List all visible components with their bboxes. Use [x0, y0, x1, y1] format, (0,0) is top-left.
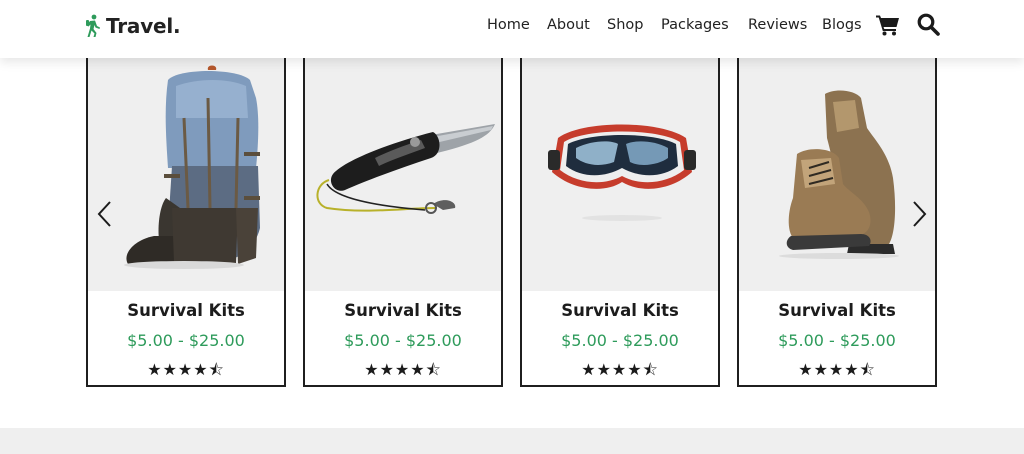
star-icon: ★ — [162, 360, 178, 379]
hiker-icon — [86, 14, 100, 37]
star-icon: ★ — [364, 360, 380, 379]
site-header: Travel. Home About Shop Packages Reviews… — [0, 0, 1024, 58]
nav-shop[interactable]: Shop — [607, 17, 643, 33]
star-icon: ★ — [410, 360, 426, 379]
star-half-icon: ⯪ — [208, 360, 225, 379]
nav-blogs[interactable]: Blogs — [822, 17, 862, 33]
product-card[interactable]: Survival Kits $5.00 - $25.00 ★★★★⯪ — [86, 58, 286, 387]
product-title[interactable]: Survival Kits — [88, 301, 284, 320]
nav-home[interactable]: Home — [487, 17, 530, 33]
nav-packages[interactable]: Packages — [661, 17, 729, 33]
product-price: $5.00 - $25.00 — [127, 331, 245, 350]
chevron-left-icon[interactable] — [96, 200, 114, 228]
star-icon: ★ — [828, 360, 845, 379]
star-rating: ★★★★⯪ — [739, 359, 935, 386]
star-icon: ★ — [193, 360, 209, 379]
section-divider — [0, 428, 1024, 454]
star-icon: ★ — [798, 360, 814, 379]
star-icon: ★ — [581, 360, 597, 379]
product-title[interactable]: Survival Kits — [305, 301, 501, 320]
star-icon: ★ — [177, 360, 194, 379]
product-image-backpack[interactable] — [88, 58, 284, 291]
logo-text: Travel. — [106, 14, 181, 38]
star-rating: ★★★★⯪ — [305, 359, 501, 386]
product-price: $5.00 - $25.00 — [561, 331, 679, 350]
logo[interactable]: Travel. — [84, 13, 181, 39]
star-icon: ★ — [813, 360, 829, 379]
product-title[interactable]: Survival Kits — [739, 301, 935, 320]
star-rating: ★★★★⯪ — [522, 359, 718, 386]
star-icon: ★ — [394, 360, 411, 379]
star-icon: ★ — [147, 360, 163, 379]
star-icon: ★ — [611, 360, 628, 379]
product-image-goggles[interactable] — [522, 58, 718, 291]
star-icon: ★ — [379, 360, 395, 379]
product-title[interactable]: Survival Kits — [522, 301, 718, 320]
nav-about[interactable]: About — [547, 17, 590, 33]
star-icon: ★ — [844, 360, 860, 379]
product-card[interactable]: Survival Kits $5.00 - $25.00 ★★★★⯪ — [520, 58, 720, 387]
star-icon: ★ — [627, 360, 643, 379]
product-card[interactable]: Survival Kits $5.00 - $25.00 ★★★★⯪ — [303, 58, 503, 387]
cart-icon[interactable] — [876, 14, 900, 36]
star-rating: ★★★★⯪ — [88, 359, 284, 386]
product-image-knife[interactable] — [305, 58, 501, 291]
product-price: $5.00 - $25.00 — [344, 331, 462, 350]
product-card[interactable]: Survival Kits $5.00 - $25.00 ★★★★⯪ — [737, 58, 937, 387]
star-half-icon: ⯪ — [425, 360, 442, 379]
product-image-boots[interactable] — [739, 58, 935, 291]
star-half-icon: ⯪ — [642, 360, 659, 379]
nav-reviews[interactable]: Reviews — [748, 17, 807, 33]
product-price: $5.00 - $25.00 — [778, 331, 896, 350]
star-half-icon: ⯪ — [859, 360, 876, 379]
search-icon[interactable] — [917, 13, 940, 36]
chevron-right-icon[interactable] — [910, 200, 928, 228]
star-icon: ★ — [596, 360, 612, 379]
